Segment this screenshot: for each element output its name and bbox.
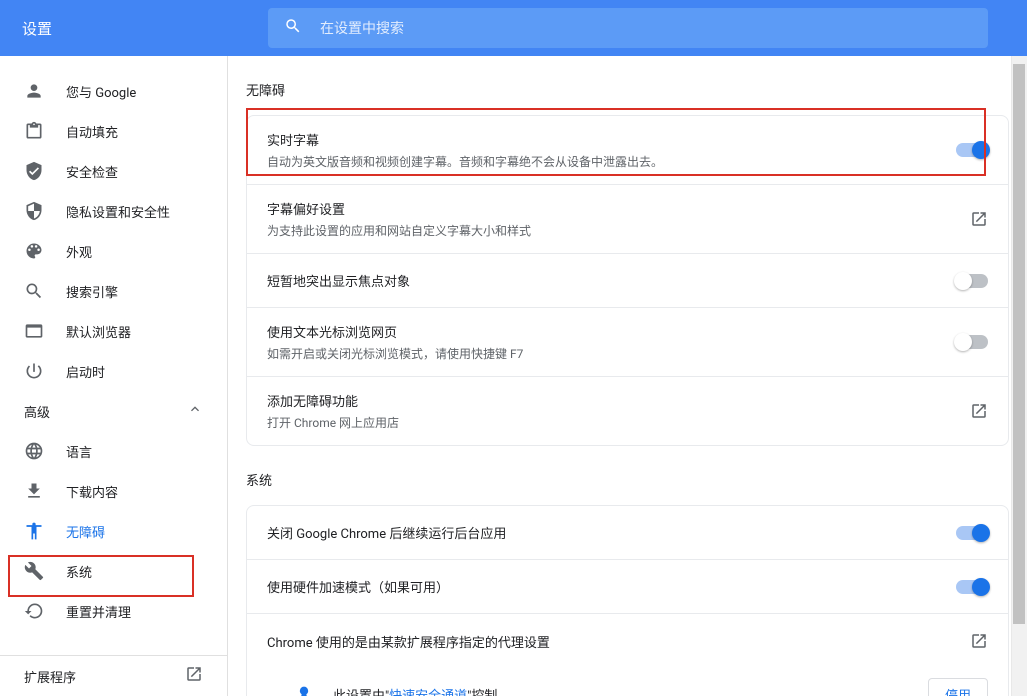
shield-icon <box>24 201 44 221</box>
section-heading-system: 系统 <box>246 446 1027 505</box>
sidebar-item-label: 安全检查 <box>66 162 118 181</box>
sidebar-advanced-label: 高级 <box>24 402 50 421</box>
row-subtitle: 打开 Chrome 网上应用店 <box>267 414 958 431</box>
wrench-icon <box>24 561 44 581</box>
download-icon <box>24 481 44 501</box>
sidebar-item-label: 语言 <box>66 442 92 461</box>
search-input[interactable] <box>320 20 972 36</box>
scrollbar-track[interactable] <box>1011 56 1027 696</box>
row-caret-browsing[interactable]: 使用文本光标浏览网页 如需开启或关闭光标浏览模式，请使用快捷键 F7 <box>247 308 1008 377</box>
sidebar-item-privacy[interactable]: 隐私设置和安全性 <box>0 191 227 231</box>
sidebar-item-system[interactable]: 系统 <box>0 551 227 591</box>
sidebar-item-label: 外观 <box>66 242 92 261</box>
restore-icon <box>24 601 44 621</box>
toggle-live-caption[interactable] <box>956 143 988 157</box>
row-title: 关闭 Google Chrome 后继续运行后台应用 <box>267 523 944 542</box>
sidebar-item-downloads[interactable]: 下载内容 <box>0 471 227 511</box>
browser-icon <box>24 321 44 341</box>
disable-extension-button[interactable]: 停用 <box>928 678 988 696</box>
sidebar-item-label: 扩展程序 <box>24 667 76 686</box>
row-title: 使用文本光标浏览网页 <box>267 322 944 341</box>
shield-check-icon <box>24 161 44 181</box>
chevron-up-icon <box>187 401 203 421</box>
sidebar-item-safety-check[interactable]: 安全检查 <box>0 151 227 191</box>
toggle-bg-apps[interactable] <box>956 526 988 540</box>
row-bg-apps[interactable]: 关闭 Google Chrome 后继续运行后台应用 <box>247 506 1008 560</box>
open-in-new-icon <box>970 402 988 420</box>
extension-icon <box>293 685 315 696</box>
open-in-new-icon <box>970 632 988 650</box>
clipboard-icon <box>24 121 44 141</box>
sidebar-item-label: 启动时 <box>66 362 105 381</box>
row-hw-accel[interactable]: 使用硬件加速模式（如果可用） <box>247 560 1008 614</box>
row-title: 短暂地突出显示焦点对象 <box>267 271 944 290</box>
search-icon <box>284 17 302 39</box>
row-subtitle: 自动为英文版音频和视频创建字幕。音频和字幕绝不会从设备中泄露出去。 <box>267 153 944 170</box>
row-caption-prefs[interactable]: 字幕偏好设置 为支持此设置的应用和网站自定义字幕大小和样式 <box>247 185 1008 254</box>
sidebar-item-label: 默认浏览器 <box>66 322 131 341</box>
row-subtitle: 为支持此设置的应用和网站自定义字幕大小和样式 <box>267 222 958 239</box>
row-focus-highlight[interactable]: 短暂地突出显示焦点对象 <box>247 254 1008 308</box>
row-proxy-extension: 此设置由"快速安全通道"控制 停用 <box>247 668 1008 696</box>
system-card: 关闭 Google Chrome 后继续运行后台应用 使用硬件加速模式（如果可用… <box>246 505 1009 696</box>
row-subtitle: 如需开启或关闭光标浏览模式，请使用快捷键 F7 <box>267 345 944 362</box>
sidebar-item-startup[interactable]: 启动时 <box>0 351 227 391</box>
sidebar-advanced-toggle[interactable]: 高级 <box>0 391 227 431</box>
sidebar-item-extensions[interactable]: 扩展程序 <box>0 656 227 696</box>
row-title: 实时字幕 <box>267 130 944 149</box>
sidebar-item-appearance[interactable]: 外观 <box>0 231 227 271</box>
accessibility-icon <box>24 521 44 541</box>
row-title: 使用硬件加速模式（如果可用） <box>267 577 944 596</box>
search-box[interactable] <box>268 8 988 48</box>
sidebar-item-autofill[interactable]: 自动填充 <box>0 111 227 151</box>
row-title: 添加无障碍功能 <box>267 391 958 410</box>
scrollbar-thumb[interactable] <box>1013 64 1025 624</box>
row-live-caption[interactable]: 实时字幕 自动为英文版音频和视频创建字幕。音频和字幕绝不会从设备中泄露出去。 <box>247 116 1008 185</box>
toggle-hw-accel[interactable] <box>956 580 988 594</box>
accessibility-card: 实时字幕 自动为英文版音频和视频创建字幕。音频和字幕绝不会从设备中泄露出去。 字… <box>246 115 1009 446</box>
row-title: Chrome 使用的是由某款扩展程序指定的代理设置 <box>267 632 958 651</box>
person-icon <box>24 81 44 101</box>
toggle-caret-browsing[interactable] <box>956 335 988 349</box>
search-icon <box>24 281 44 301</box>
globe-icon <box>24 441 44 461</box>
sidebar-item-label: 隐私设置和安全性 <box>66 202 170 221</box>
sidebar-item-label: 系统 <box>66 562 92 581</box>
open-in-new-icon <box>970 210 988 228</box>
power-icon <box>24 361 44 381</box>
sidebar-item-label: 搜索引擎 <box>66 282 118 301</box>
sidebar-item-label: 无障碍 <box>66 522 105 541</box>
sidebar-item-label: 自动填充 <box>66 122 118 141</box>
open-in-new-icon <box>185 665 203 687</box>
settings-title: 设置 <box>0 18 268 39</box>
sidebar-item-label: 重置并清理 <box>66 602 131 621</box>
sidebar-item-label: 下载内容 <box>66 482 118 501</box>
palette-icon <box>24 241 44 261</box>
sidebar-item-default-browser[interactable]: 默认浏览器 <box>0 311 227 351</box>
section-heading-accessibility: 无障碍 <box>246 56 1027 115</box>
row-proxy[interactable]: Chrome 使用的是由某款扩展程序指定的代理设置 <box>247 614 1008 668</box>
proxy-extension-text: 此设置由"快速安全通道"控制 <box>333 685 928 696</box>
row-add-features[interactable]: 添加无障碍功能 打开 Chrome 网上应用店 <box>247 377 1008 445</box>
sidebar-item-language[interactable]: 语言 <box>0 431 227 471</box>
sidebar-item-search-engine[interactable]: 搜索引擎 <box>0 271 227 311</box>
row-title: 字幕偏好设置 <box>267 199 958 218</box>
sidebar-item-accessibility[interactable]: 无障碍 <box>0 511 227 551</box>
sidebar-item-reset[interactable]: 重置并清理 <box>0 591 227 631</box>
toggle-focus-highlight[interactable] <box>956 274 988 288</box>
sidebar-item-label: 您与 Google <box>66 82 136 101</box>
sidebar-item-you-and-google[interactable]: 您与 Google <box>0 71 227 111</box>
proxy-extension-link[interactable]: 快速安全通道 <box>389 689 467 696</box>
